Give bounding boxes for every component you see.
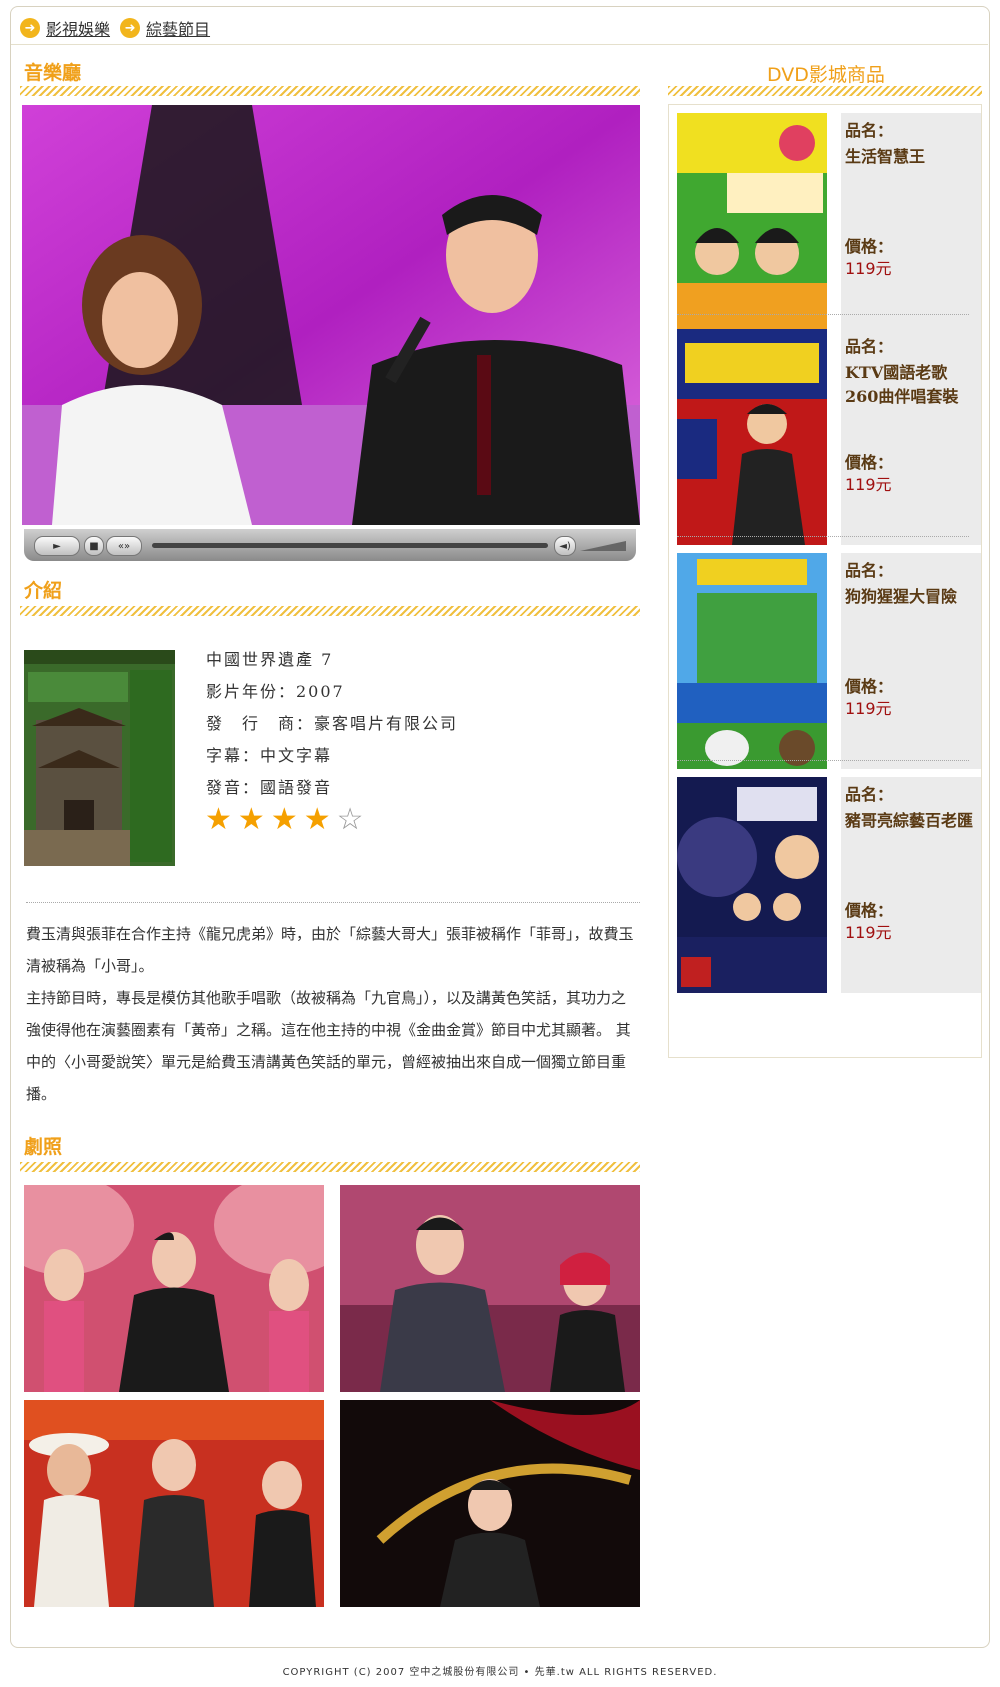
still-photo-2[interactable] xyxy=(340,1185,640,1392)
product-cover-image xyxy=(24,650,175,866)
star-filled-icon: ★ xyxy=(237,802,265,837)
sidebar-title: DVD影城商品 xyxy=(767,64,885,86)
play-button[interactable]: ► xyxy=(34,536,80,556)
volume-button[interactable]: ◄) xyxy=(554,536,576,556)
section-title-stills: 劇照 xyxy=(24,1136,63,1158)
star-filled-icon: ★ xyxy=(205,802,232,837)
description-paragraph: 主持節目時，專長是模仿其他歌手唱歌（故被稱為「九官鳥」），以及講黃色笑話，其功力… xyxy=(26,989,631,1103)
video-frame xyxy=(22,105,640,525)
price-label: 價格： xyxy=(845,677,894,696)
skip-buttons[interactable]: «» xyxy=(106,536,142,556)
section-title-music-hall: 音樂廳 xyxy=(24,62,82,84)
product-year: 影片年份：2007 xyxy=(206,682,345,701)
thumbnail-image xyxy=(677,113,827,329)
video-controls: ► ■ «» ◄) xyxy=(24,529,636,561)
product-price: 119元 xyxy=(845,699,892,718)
star-filled-icon: ★ xyxy=(303,802,331,837)
breadcrumb: ➜ 影視娛樂 ➜ 綜藝節目 xyxy=(20,14,220,42)
product-name[interactable]: 狗狗猩猩大冒險 xyxy=(845,585,975,609)
sidebar-product-item[interactable]: 品名： 豬哥亮綜藝百老匯 價格： 119元 xyxy=(677,769,981,997)
still-image xyxy=(24,1185,324,1392)
star-rating: ★ ★ ★ ★ ☆ xyxy=(205,805,370,835)
description-paragraph: 費玉清與張菲在合作主持《龍兄虎弟》時，由於「綜藝大哥大」張菲被稱作「菲哥」，故費… xyxy=(26,925,634,975)
product-thumbnail[interactable] xyxy=(677,553,827,769)
still-image xyxy=(340,1400,640,1607)
section-stripe xyxy=(20,86,640,96)
section-stripe xyxy=(20,1162,640,1172)
sidebar-product-item[interactable]: 品名： KTV國語老歌260曲伴唱套裝 價格： 119元 xyxy=(677,321,981,549)
product-info: 品名： 豬哥亮綜藝百老匯 價格： 119元 xyxy=(841,777,981,993)
play-icon: ► xyxy=(53,540,61,552)
product-publisher: 發 行 商：豪客唱片有限公司 xyxy=(206,714,459,733)
name-label: 品名： xyxy=(845,121,894,140)
divider xyxy=(26,902,640,903)
price-label: 價格： xyxy=(845,453,894,472)
rewind-forward-icon: «» xyxy=(117,540,131,552)
breadcrumb-item-entertainment[interactable]: ➜ 影視娛樂 xyxy=(20,16,110,40)
price-label: 價格： xyxy=(845,237,894,256)
arrow-right-icon: ➜ xyxy=(120,18,141,38)
product-info: 品名： KTV國語老歌260曲伴唱套裝 價格： 119元 xyxy=(841,329,981,545)
thumbnail-image xyxy=(677,553,827,769)
section-stripe xyxy=(668,86,982,96)
divider xyxy=(677,314,969,315)
description: 費玉清與張菲在合作主持《龍兄虎弟》時，由於「綜藝大哥大」張菲被稱作「菲哥」，故費… xyxy=(26,918,640,1110)
star-filled-icon: ★ xyxy=(270,802,298,837)
product-title: 中國世界遺產 7 xyxy=(206,650,334,669)
product-name[interactable]: 豬哥亮綜藝百老匯 xyxy=(845,809,975,833)
volume-slider[interactable] xyxy=(580,539,628,553)
still-image xyxy=(340,1185,640,1392)
name-label: 品名： xyxy=(845,561,894,580)
still-photo-3[interactable] xyxy=(24,1400,324,1607)
thumbnail-image xyxy=(677,777,827,993)
still-photo-4[interactable] xyxy=(340,1400,640,1607)
speaker-icon: ◄) xyxy=(559,540,571,552)
breadcrumb-link[interactable]: 影視娛樂 xyxy=(46,16,110,40)
arrow-right-icon: ➜ xyxy=(20,18,40,38)
product-cover[interactable] xyxy=(24,650,175,866)
breadcrumb-item-variety[interactable]: ➜ 綜藝節目 xyxy=(120,16,210,40)
stop-icon: ■ xyxy=(89,540,99,552)
sidebar-product-item[interactable]: 品名： 生活智慧王 價格： 119元 xyxy=(677,105,981,333)
stop-button[interactable]: ■ xyxy=(84,536,104,556)
divider xyxy=(677,536,969,537)
product-info: 品名： 生活智慧王 價格： 119元 xyxy=(841,113,981,329)
product-name[interactable]: 生活智慧王 xyxy=(845,145,975,169)
product-price: 119元 xyxy=(845,475,892,494)
product-price: 119元 xyxy=(845,923,892,942)
still-image xyxy=(24,1400,324,1607)
section-stripe xyxy=(20,606,640,616)
breadcrumb-divider xyxy=(11,44,988,45)
product-price: 119元 xyxy=(845,259,892,278)
sidebar-products: 品名： 生活智慧王 價格： 119元 品名： KTV國語老歌260曲伴唱套裝 價… xyxy=(668,104,982,1058)
product-thumbnail[interactable] xyxy=(677,777,827,993)
breadcrumb-link[interactable]: 綜藝節目 xyxy=(146,16,210,40)
seek-bar[interactable] xyxy=(152,543,548,548)
price-label: 價格： xyxy=(845,901,894,920)
sidebar-product-item[interactable]: 品名： 狗狗猩猩大冒險 價格： 119元 xyxy=(677,545,981,773)
product-name[interactable]: KTV國語老歌260曲伴唱套裝 xyxy=(845,361,975,409)
product-thumbnail[interactable] xyxy=(677,329,827,545)
product-subtitle: 字幕：中文字幕 xyxy=(206,746,333,765)
section-title-intro: 介紹 xyxy=(24,580,63,602)
footer-copyright: COPYRIGHT (C) 2007 空中之城股份有限公司 • 先華.tw AL… xyxy=(282,1667,718,1678)
still-photo-1[interactable] xyxy=(24,1185,324,1392)
video-player[interactable] xyxy=(22,105,640,525)
star-empty-icon: ☆ xyxy=(336,802,364,837)
product-thumbnail[interactable] xyxy=(677,113,827,329)
divider xyxy=(677,760,969,761)
name-label: 品名： xyxy=(845,337,894,356)
thumbnail-image xyxy=(677,329,827,545)
product-audio: 發音：國語發音 xyxy=(206,778,333,797)
name-label: 品名： xyxy=(845,785,894,804)
product-info: 品名： 狗狗猩猩大冒險 價格： 119元 xyxy=(841,553,981,769)
